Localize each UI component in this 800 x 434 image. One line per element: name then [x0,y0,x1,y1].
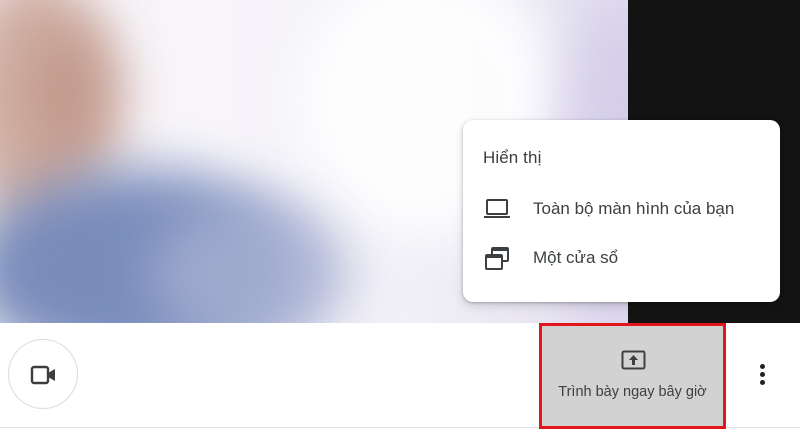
present-now-label: Trình bày ngay bây giờ [558,384,707,400]
menu-item-window[interactable]: Một cửa sổ [463,236,780,280]
camera-toggle-button[interactable] [8,339,78,409]
menu-item-label: Toàn bộ màn hình của bạn [533,199,735,218]
window-icon [483,246,511,270]
present-now-button[interactable]: Trình bày ngay bây giờ [539,323,726,429]
menu-item-entire-screen[interactable]: Toàn bộ màn hình của bạn [463,187,780,231]
menu-item-label: Một cửa sổ [533,248,619,267]
present-screen-icon [621,350,646,371]
more-options-button[interactable] [748,354,778,394]
menu-title: Hiển thị [483,148,542,167]
video-camera-icon [30,365,55,385]
more-vert-icon [760,364,765,369]
laptop-icon [483,197,511,221]
present-menu: Hiển thị Toàn bộ màn hình của bạn Một cử… [463,120,780,302]
